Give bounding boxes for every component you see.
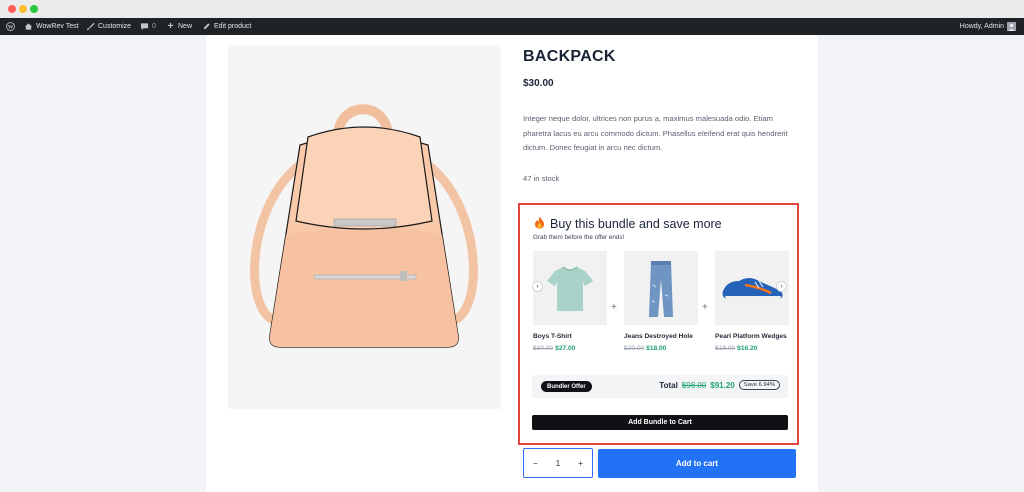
bundle-title-text: Buy this bundle and save more <box>550 217 722 231</box>
close-window-dot[interactable] <box>8 5 16 13</box>
product-description: Integer neque dolor, ultrices non purus … <box>523 114 788 152</box>
browser-chrome <box>0 0 1024 18</box>
bundle-item[interactable]: Jeans Destroyed Hole $20.00 $18.00 <box>624 251 698 352</box>
jeans-image <box>649 261 673 317</box>
bundle-item-name: Pearl Platform Wedges <box>715 333 787 340</box>
new-content-link[interactable]: + New <box>166 18 192 35</box>
bundle-item-image[interactable] <box>533 251 607 325</box>
bundle-item[interactable]: Boys T-Shirt $30.00 $27.00 <box>533 251 607 352</box>
account-menu[interactable]: Howdy, Admin <box>960 18 1004 35</box>
quantity-stepper: − 1 + <box>523 448 593 478</box>
bundle-item-new-price: $27.00 <box>555 345 576 352</box>
total-old-price: $98.00 <box>681 380 707 390</box>
bundle-item-name: Jeans Destroyed Hole <box>624 333 693 340</box>
user-avatar-icon <box>1008 23 1015 31</box>
bundle-title: Buy this bundle and save more <box>534 216 722 232</box>
customize-link[interactable]: Customize <box>86 18 131 35</box>
bundle-item[interactable]: Pearl Platform Wedges $18.00 $16.20 <box>715 251 789 352</box>
bundle-item-price: $30.00 $27.00 <box>533 345 607 352</box>
fire-icon <box>534 216 545 232</box>
site-name-link[interactable]: WowRev Test <box>24 18 79 35</box>
chevron-right-icon: › <box>780 283 783 290</box>
carousel-prev-button[interactable]: ‹ <box>532 281 543 292</box>
pencil-icon <box>202 22 211 31</box>
edit-product-link[interactable]: Edit product <box>202 18 251 35</box>
bundle-subtitle: Grab them before the offer ends! <box>533 234 625 241</box>
bundle-item-image[interactable] <box>624 251 698 325</box>
tshirt-image <box>547 266 593 311</box>
bundle-total-row: Bundler Offer Total $98.00 $91.20 Save 6… <box>532 375 788 398</box>
bundle-item-old-price: $30.00 <box>533 345 554 352</box>
backpack-image <box>250 104 478 348</box>
svg-text:W: W <box>8 24 14 30</box>
product-title: BACKPACK <box>523 48 616 65</box>
site-name-label: WowRev Test <box>36 23 79 30</box>
greeting-label: Howdy, Admin <box>959 23 1004 30</box>
admin-bar: W WowRev Test Customize 0 + New Edit pro… <box>0 18 1024 35</box>
total-new-price: $91.20 <box>710 380 735 390</box>
wordpress-logo-button[interactable]: W <box>6 18 15 35</box>
total-label: Total <box>659 380 678 390</box>
bundle-plus-separator: + <box>611 302 617 313</box>
bundle-item-name: Boys T-Shirt <box>533 333 572 340</box>
bundle-item-new-price: $16.20 <box>737 345 758 352</box>
minimize-window-dot[interactable] <box>19 5 27 13</box>
plus-icon: + <box>167 21 174 32</box>
bundle-plus-separator: + <box>702 302 708 313</box>
wordpress-icon: W <box>6 22 15 31</box>
bundle-total: Total $98.00 $91.20 Save 6.94% <box>659 380 780 390</box>
avatar[interactable] <box>1007 22 1016 31</box>
increase-quantity-button[interactable]: + <box>578 459 583 468</box>
comment-icon <box>140 22 149 31</box>
edit-product-label: Edit product <box>214 23 252 30</box>
decrease-quantity-button[interactable]: − <box>533 459 538 468</box>
bundle-offer-widget: Buy this bundle and save more Grab them … <box>518 203 799 445</box>
comments-link[interactable]: 0 <box>140 18 156 35</box>
chevron-left-icon: ‹ <box>536 283 539 290</box>
maximize-window-dot[interactable] <box>30 5 38 13</box>
customize-label: Customize <box>98 23 132 30</box>
bundle-item-price: $18.00 $16.20 <box>715 345 789 352</box>
add-to-cart-button[interactable]: Add to cart <box>598 449 796 478</box>
bundle-item-price: $20.00 $18.00 <box>624 345 698 352</box>
quantity-input[interactable]: 1 <box>556 459 560 468</box>
new-label: New <box>178 23 193 30</box>
bundle-offer-badge: Bundler Offer <box>541 381 592 392</box>
product-image[interactable] <box>228 45 501 409</box>
bundle-item-new-price: $18.00 <box>646 345 667 352</box>
home-icon <box>24 22 33 31</box>
bundle-item-old-price: $20.00 <box>624 345 645 352</box>
stock-status: 47 in stock <box>523 174 560 183</box>
add-bundle-to-cart-button[interactable]: Add Bundle to Cart <box>532 415 788 430</box>
save-badge: Save 6.94% <box>738 380 780 390</box>
brush-icon <box>86 22 95 31</box>
product-price: $30.00 <box>523 78 554 89</box>
carousel-next-button[interactable]: › <box>776 281 787 292</box>
comments-count: 0 <box>152 23 156 30</box>
bundle-item-old-price: $18.00 <box>715 345 736 352</box>
